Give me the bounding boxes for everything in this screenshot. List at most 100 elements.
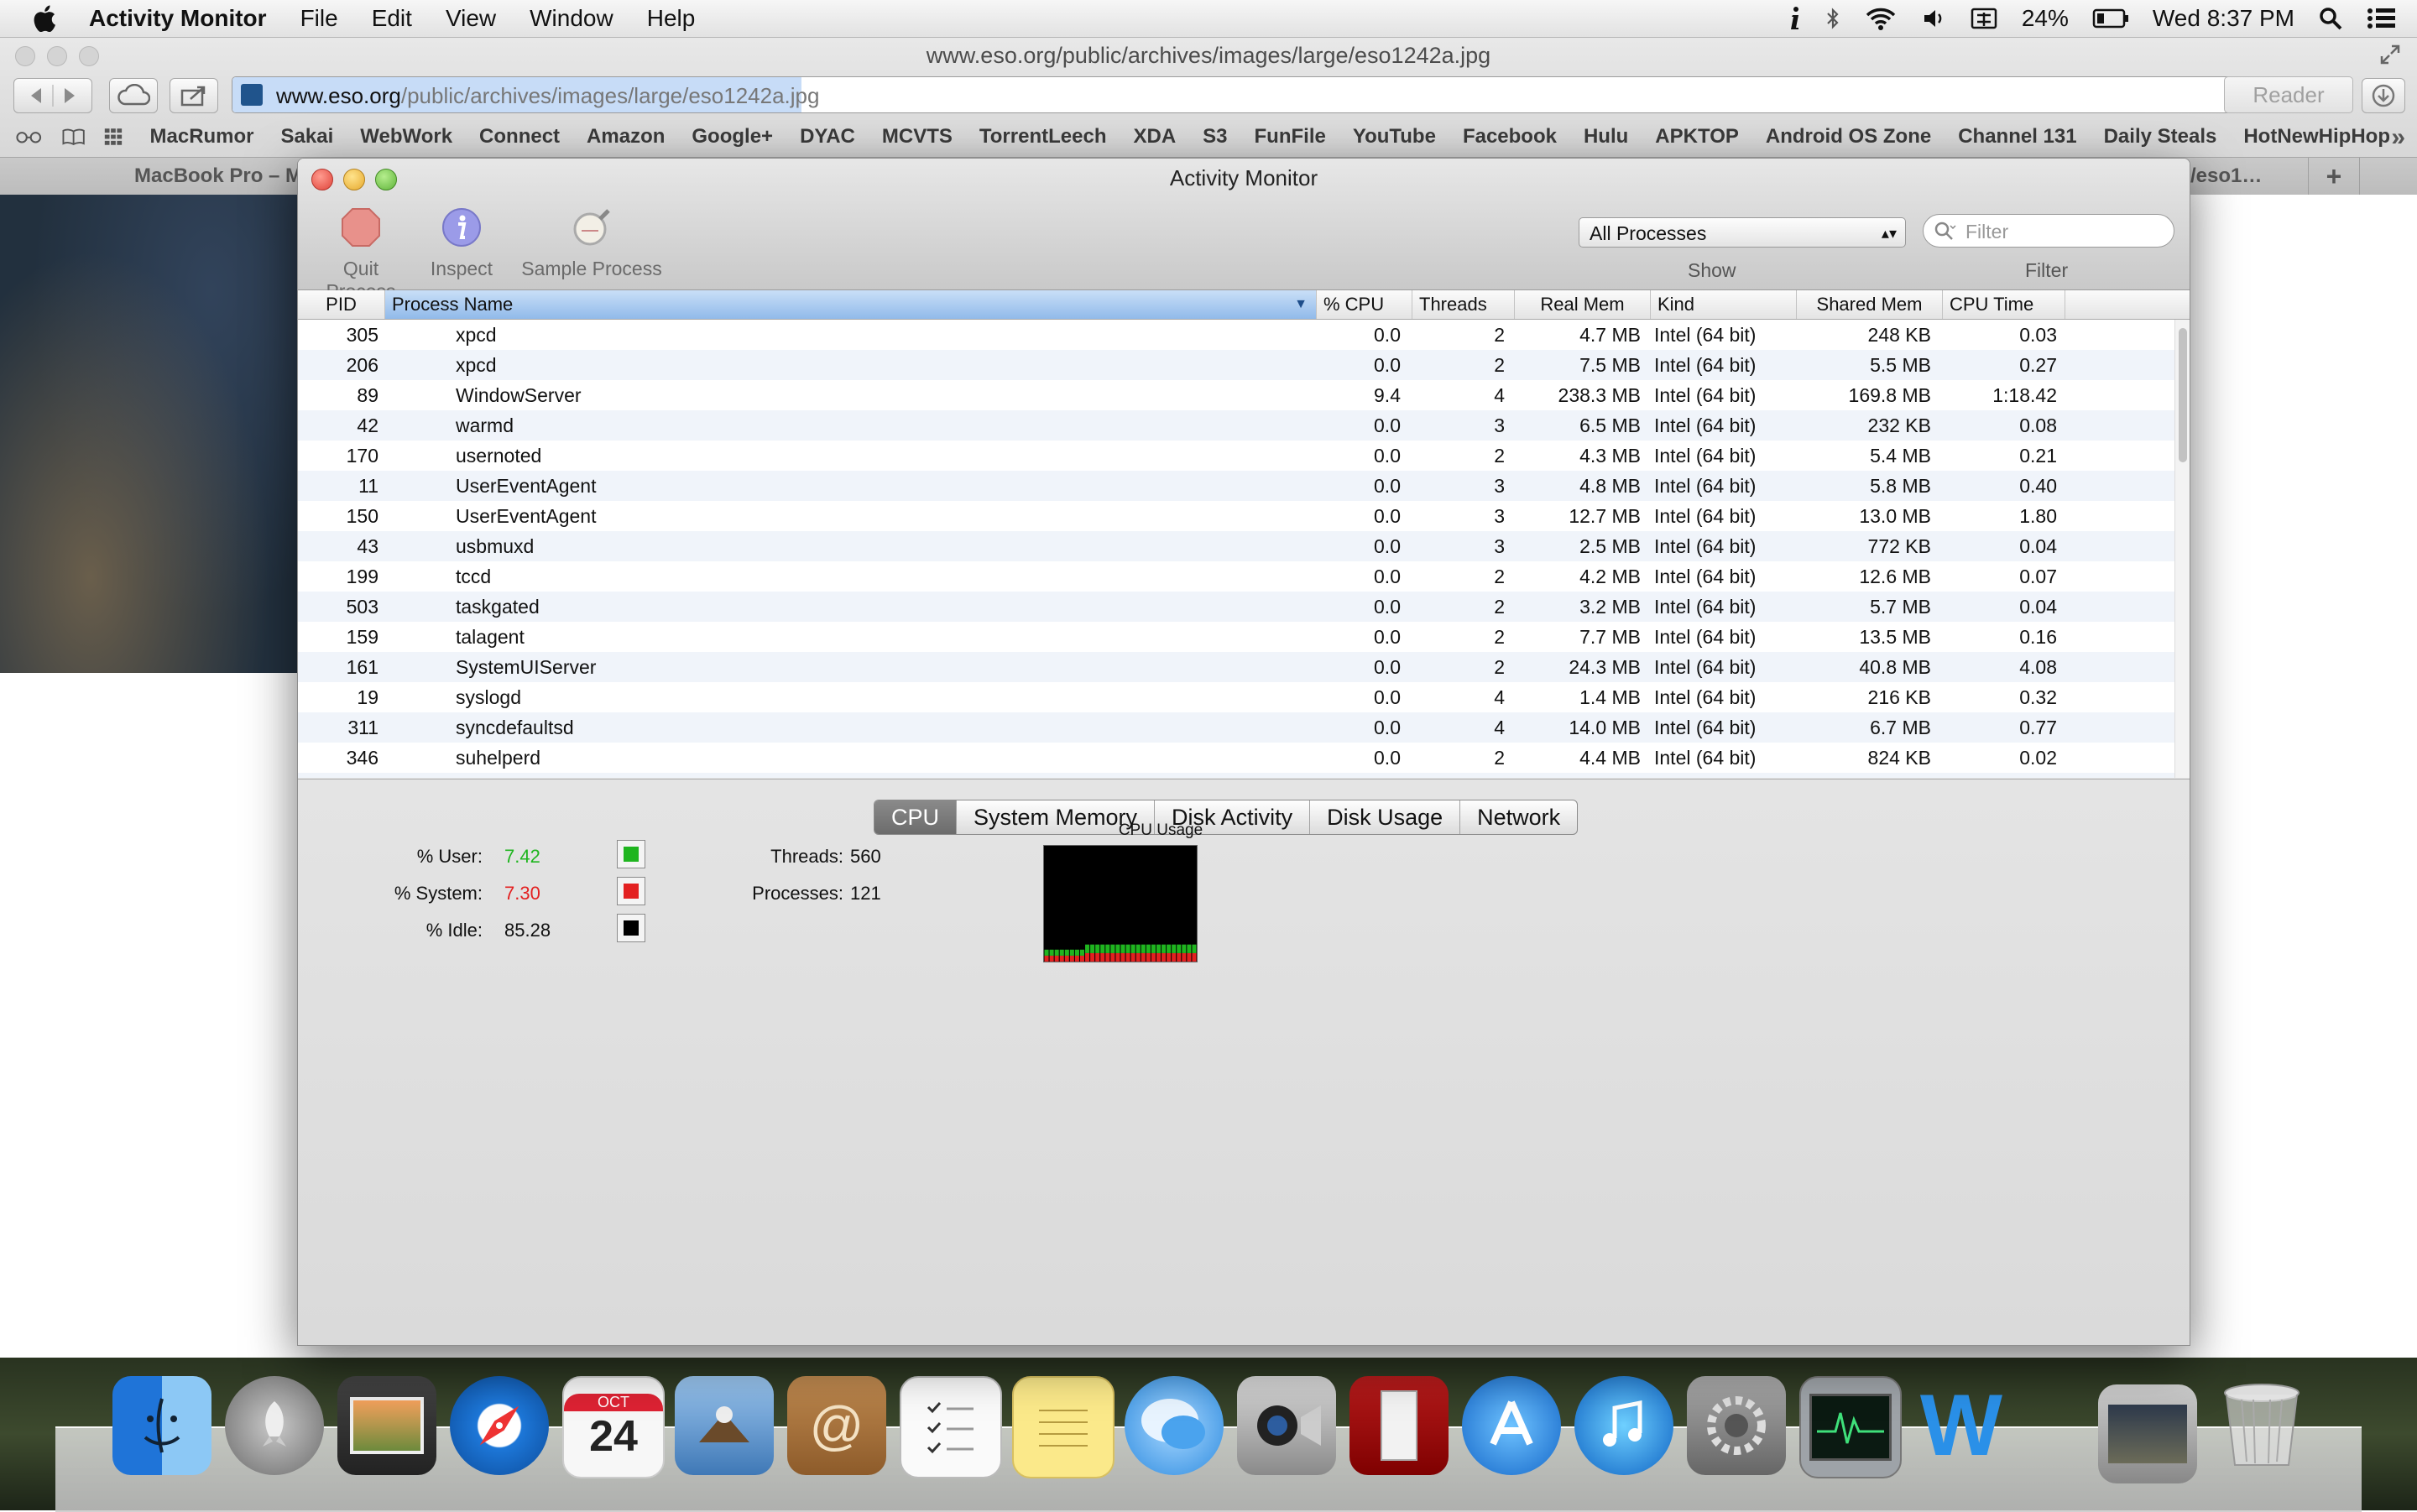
- column-header-process-name[interactable]: Process Name ▼: [385, 290, 1317, 319]
- column-header-threads[interactable]: Threads: [1412, 290, 1515, 319]
- process-filter-dropdown[interactable]: All Processes ▴▾: [1579, 217, 1906, 248]
- safari-close-button[interactable]: [15, 46, 35, 66]
- battery-icon[interactable]: [2092, 8, 2129, 29]
- new-tab-button[interactable]: +: [2308, 158, 2360, 195]
- user-color-swatch[interactable]: [617, 840, 645, 868]
- bookmark-item[interactable]: YouTube: [1353, 125, 1436, 149]
- finder-icon[interactable]: [112, 1376, 211, 1475]
- bookmark-item[interactable]: MCVTS: [882, 125, 953, 149]
- volume-icon[interactable]: [1921, 6, 1946, 31]
- downloads-stack-icon[interactable]: [2098, 1384, 2197, 1483]
- menu-edit[interactable]: Edit: [372, 5, 412, 32]
- top-sites-grid-icon[interactable]: [104, 126, 123, 148]
- address-bar[interactable]: www.eso.org/public/archives/images/large…: [232, 76, 2341, 113]
- notification-center-icon[interactable]: [2367, 6, 2397, 31]
- notes-icon[interactable]: [1012, 1376, 1115, 1478]
- back-forward-buttons[interactable]: [13, 78, 92, 113]
- menu-app-name[interactable]: Activity Monitor: [89, 5, 267, 32]
- activity-monitor-icon[interactable]: [1799, 1376, 1902, 1478]
- table-row[interactable]: 42 warmd 0.0 3 6.5 MB Intel (64 bit) 232 KB 0.0…: [298, 410, 2174, 441]
- table-row[interactable]: 89 WindowServer 9.4 4 238.3 MB Intel (64 bit)…: [298, 380, 2174, 410]
- mail-icon[interactable]: [675, 1376, 774, 1475]
- calendar-icon[interactable]: OCT 24: [562, 1376, 665, 1478]
- table-row[interactable]: 19 syslogd 0.0 4 1.4 MB Intel (64 bit) 216 KB 0…: [298, 682, 2174, 712]
- idle-color-swatch[interactable]: [617, 914, 645, 942]
- inspect-button[interactable]: Inspect: [415, 206, 508, 280]
- menu-help[interactable]: Help: [647, 5, 696, 32]
- safari-icon[interactable]: [450, 1376, 549, 1475]
- table-row[interactable]: 206 xpcd 0.0 2 7.5 MB Intel (64 bit) 5.5 MB 0.2…: [298, 350, 2174, 380]
- info-icon[interactable]: [1788, 6, 1802, 31]
- photo-browser-icon[interactable]: [337, 1376, 436, 1475]
- table-row[interactable]: 346 suhelperd 0.0 2 4.4 MB Intel (64 bit) 824 …: [298, 743, 2174, 773]
- column-header-pid[interactable]: PID: [298, 290, 385, 319]
- tab-eso-image[interactable]: /eso1…: [2190, 158, 2262, 195]
- column-header-real-mem[interactable]: Real Mem: [1515, 290, 1651, 319]
- table-row[interactable]: 345 storeagent 0.0 5 11.2 MB Intel (64 bit)14…: [298, 773, 2174, 778]
- bookmark-item[interactable]: HotNewHipHop: [2243, 125, 2390, 149]
- bookmark-item[interactable]: MacRumor: [150, 125, 254, 149]
- tab-macbook-pro[interactable]: MacBook Pro – M: [134, 158, 302, 195]
- photo-booth-icon[interactable]: [1349, 1376, 1449, 1475]
- input-source-icon[interactable]: [1970, 6, 1998, 31]
- bookmark-item[interactable]: Facebook: [1463, 125, 1557, 149]
- battery-percent[interactable]: 24%: [2022, 5, 2069, 32]
- bookmark-item[interactable]: Android OS Zone: [1766, 125, 1931, 149]
- back-forward-arrows-icon[interactable]: [19, 83, 86, 108]
- wifi-icon[interactable]: [1864, 6, 1898, 31]
- table-row[interactable]: 170 usernoted 0.0 2 4.3 MB Intel (64 bit) 5.4 …: [298, 441, 2174, 471]
- app-store-icon[interactable]: [1462, 1376, 1561, 1475]
- table-row[interactable]: 199 tccd 0.0 2 4.2 MB Intel (64 bit) 12.6 MB 0.…: [298, 561, 2174, 592]
- bookmark-item[interactable]: APKTOP: [1655, 125, 1739, 149]
- tab-cpu[interactable]: CPU: [874, 800, 958, 834]
- tab-network[interactable]: Network: [1460, 800, 1577, 834]
- bookmark-item[interactable]: S3: [1203, 125, 1227, 149]
- sample-process-button[interactable]: Sample Process: [516, 206, 667, 280]
- bookmark-item[interactable]: Channel 131: [1958, 125, 2076, 149]
- apple-menu-icon[interactable]: [29, 3, 59, 34]
- launchpad-icon[interactable]: [225, 1376, 324, 1475]
- table-row[interactable]: 305 xpcd 0.0 2 4.7 MB Intel (64 bit) 248 KB 0.0…: [298, 320, 2174, 350]
- bookmark-item[interactable]: DYAC: [800, 125, 855, 149]
- table-row[interactable]: 159 talagent 0.0 2 7.7 MB Intel (64 bit) 13.5 …: [298, 622, 2174, 652]
- bookmark-item[interactable]: Connect: [479, 125, 560, 149]
- contacts-icon[interactable]: @: [787, 1376, 886, 1475]
- table-row[interactable]: 311 syncdefaultsd 0.0 4 14.0 MB Intel (64 bit…: [298, 712, 2174, 743]
- share-button[interactable]: [170, 78, 218, 113]
- spotlight-search-icon[interactable]: [2318, 6, 2343, 31]
- bookmark-item[interactable]: Google+: [692, 125, 773, 149]
- column-header-cpu[interactable]: % CPU: [1317, 290, 1412, 319]
- fullscreen-icon[interactable]: [2378, 43, 2402, 66]
- menu-view[interactable]: View: [446, 5, 496, 32]
- bookmarks-overflow-chevron-icon[interactable]: »: [2391, 123, 2405, 152]
- table-row[interactable]: 161 SystemUIServer 0.0 2 24.3 MB Intel (64 bi…: [298, 652, 2174, 682]
- bookmark-item[interactable]: Amazon: [587, 125, 665, 149]
- reader-button[interactable]: Reader: [2224, 76, 2353, 113]
- trash-icon[interactable]: [2212, 1376, 2311, 1475]
- column-header-shared-mem[interactable]: Shared Mem: [1797, 290, 1943, 319]
- word-icon[interactable]: W: [1912, 1376, 2011, 1475]
- menu-window[interactable]: Window: [530, 5, 613, 32]
- system-preferences-icon[interactable]: [1687, 1376, 1786, 1475]
- icloud-tabs-button[interactable]: [109, 78, 158, 113]
- bookmark-item[interactable]: Hulu: [1584, 125, 1628, 149]
- safari-minimize-button[interactable]: [47, 46, 67, 66]
- menu-file[interactable]: File: [300, 5, 338, 32]
- bookmark-item[interactable]: FunFile: [1255, 125, 1326, 149]
- messages-icon[interactable]: [1125, 1376, 1224, 1475]
- reading-list-icon[interactable]: [15, 127, 43, 147]
- bookmark-item[interactable]: WebWork: [360, 125, 452, 149]
- process-table-scrollbar[interactable]: [2174, 320, 2190, 778]
- filter-search-input[interactable]: Filter: [1923, 214, 2174, 248]
- reminders-icon[interactable]: [900, 1376, 1002, 1478]
- scrollbar-thumb[interactable]: [2179, 328, 2187, 462]
- column-header-cpu-time[interactable]: CPU Time: [1943, 290, 2065, 319]
- bookmark-item[interactable]: Daily Steals: [2104, 125, 2217, 149]
- facetime-icon[interactable]: [1237, 1376, 1336, 1475]
- bookmark-item[interactable]: Sakai: [281, 125, 334, 149]
- system-color-swatch[interactable]: [617, 877, 645, 905]
- column-header-kind[interactable]: Kind: [1651, 290, 1797, 319]
- table-row[interactable]: 11 UserEventAgent 0.0 3 4.8 MB Intel (64 bit)…: [298, 471, 2174, 501]
- bookmark-item[interactable]: XDA: [1133, 125, 1176, 149]
- tab-disk-usage[interactable]: Disk Usage: [1310, 800, 1461, 834]
